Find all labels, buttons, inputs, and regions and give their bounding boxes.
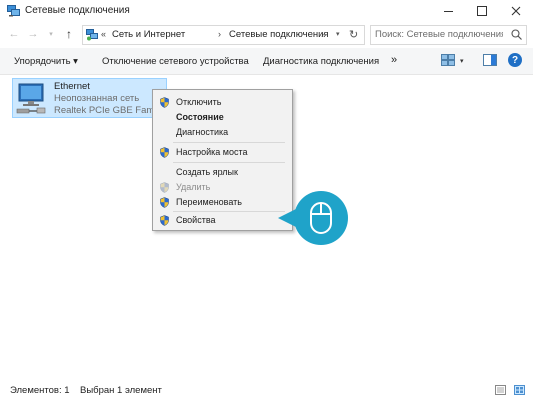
menu-item-disable[interactable]: Отключить [153, 95, 292, 110]
minimize-button[interactable] [431, 0, 465, 22]
close-icon [511, 6, 521, 16]
menu-item-label: Настройка моста [176, 147, 248, 157]
navigation-bar: ← → ▾ ↑ « Сеть и Интернет › Сетевые подк… [0, 22, 533, 48]
arrow-left-icon[interactable]: ← [7, 27, 21, 41]
menu-item-label: Переименовать [176, 197, 242, 207]
menu-item-create-shortcut[interactable]: Создать ярлык [153, 165, 292, 180]
uac-shield-icon [160, 97, 169, 108]
search-icon [511, 29, 522, 40]
menu-item-label: Отключить [176, 97, 222, 107]
window-title: Сетевые подключения [25, 5, 130, 16]
disable-device-button[interactable]: Отключение сетевого устройства [102, 56, 249, 67]
help-icon[interactable]: ? [508, 53, 522, 67]
menu-item-rename[interactable]: Переименовать [153, 195, 292, 210]
arrow-up-icon[interactable]: ↑ [62, 27, 76, 41]
address-bar[interactable]: « Сеть и Интернет › Сетевые подключения … [82, 25, 365, 45]
diagnose-connection-button[interactable]: Диагностика подключения [263, 56, 379, 67]
view-options-chevron-down-icon[interactable]: ▾ [460, 57, 464, 65]
network-folder-icon [86, 29, 98, 41]
menu-item-delete: Удалить [153, 180, 292, 195]
menu-item-label: Создать ярлык [176, 167, 238, 177]
menu-item-label: Диагностика [176, 127, 229, 137]
search-input[interactable] [375, 28, 503, 41]
address-history-chevron-down-icon[interactable]: ▾ [336, 30, 340, 38]
breadcrumb-network-connections[interactable]: Сетевые подключения [229, 29, 329, 40]
menu-separator [173, 211, 285, 212]
breadcrumb-separator[interactable]: › [218, 29, 221, 39]
menu-item-label: Состояние [176, 112, 224, 122]
title-bar: Сетевые подключения [0, 0, 533, 22]
close-button[interactable] [499, 0, 533, 22]
uac-shield-icon [160, 182, 169, 193]
status-bar: Элементов: 1 Выбран 1 элемент [0, 380, 533, 400]
item-count: Элементов: 1 [10, 385, 70, 396]
menu-item-label: Свойства [176, 215, 216, 225]
mouse-click-icon [278, 191, 348, 245]
uac-shield-icon [160, 197, 169, 208]
menu-item-properties[interactable]: Свойства [153, 213, 292, 228]
context-menu: Отключить Состояние Диагностика Настройк… [152, 89, 293, 231]
menu-item-status[interactable]: Состояние [153, 110, 292, 125]
breadcrumb-network-internet[interactable]: Сеть и Интернет [112, 29, 185, 40]
breadcrumb-overflow[interactable]: « [101, 29, 106, 39]
maximize-button[interactable] [465, 0, 499, 22]
search-box[interactable] [370, 25, 527, 45]
preview-pane-icon[interactable] [483, 54, 497, 66]
details-view-icon[interactable] [495, 385, 506, 395]
maximize-icon [477, 6, 487, 16]
arrow-right-icon[interactable]: → [26, 27, 40, 41]
recent-locations-chevron-down-icon[interactable]: ▾ [44, 27, 58, 41]
menu-item-bridge[interactable]: Настройка моста [153, 145, 292, 160]
ethernet-connection-item[interactable]: Ethernet Неопознанная сеть Realtek PCIe … [12, 78, 174, 118]
menu-separator [173, 142, 285, 143]
menu-separator [173, 162, 285, 163]
more-commands-button[interactable]: » [391, 54, 397, 66]
connection-name: Ethernet [54, 81, 90, 92]
change-view-icon[interactable] [441, 54, 455, 66]
refresh-icon[interactable]: ↻ [349, 28, 358, 41]
network-connections-icon [7, 5, 20, 17]
uac-shield-icon [160, 147, 169, 158]
minimize-icon [443, 10, 453, 12]
organize-button[interactable]: Упорядочить ▾ [14, 56, 78, 67]
menu-item-diagnose[interactable]: Диагностика [153, 125, 292, 140]
connection-status: Неопознанная сеть [54, 93, 140, 104]
large-icons-view-icon[interactable] [514, 385, 525, 395]
ethernet-adapter-icon [16, 83, 46, 114]
selection-count: Выбран 1 элемент [80, 385, 162, 396]
command-bar: Упорядочить ▾ Отключение сетевого устрой… [0, 48, 533, 75]
uac-shield-icon [160, 215, 169, 226]
menu-item-label: Удалить [176, 182, 211, 192]
breadcrumb-separator[interactable]: › [321, 29, 324, 39]
